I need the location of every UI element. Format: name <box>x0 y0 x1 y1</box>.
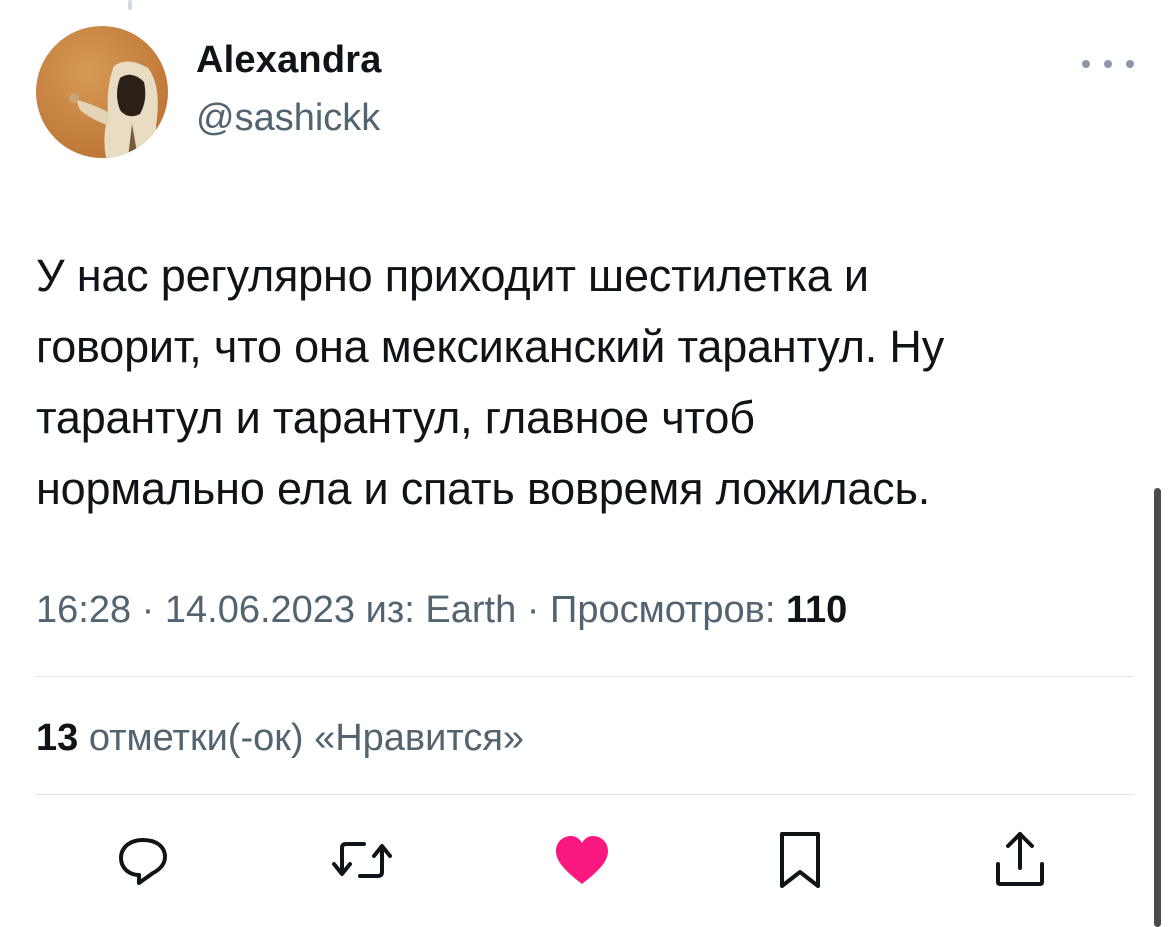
heart-icon <box>556 836 608 884</box>
tweet-date[interactable]: 14.06.2023 <box>165 589 355 631</box>
reply-icon <box>119 838 167 885</box>
likes-count: 13 <box>36 717 79 759</box>
more-dot-icon <box>1126 60 1134 68</box>
retweet-icon <box>332 842 392 878</box>
divider <box>36 794 1134 795</box>
share-icon <box>996 832 1044 886</box>
tweet-metadata: 16:28 · 14.06.2023 из: Earth · Просмотро… <box>36 588 847 634</box>
bookmark-button[interactable] <box>768 828 832 892</box>
more-dot-icon <box>1104 60 1112 68</box>
avatar-image <box>36 26 168 158</box>
share-button[interactable] <box>988 828 1052 892</box>
views-count: 110 <box>785 589 848 631</box>
more-dot-icon <box>1082 60 1090 68</box>
avatar[interactable] <box>36 26 168 158</box>
tweet-source: из: Earth <box>365 589 517 631</box>
more-options-button[interactable] <box>1082 54 1134 74</box>
bookmark-icon <box>780 832 820 888</box>
likes-summary-link[interactable]: 13 отметки(-ок) «Нравится» <box>36 716 524 762</box>
author-handle[interactable]: @sashickk <box>196 97 380 140</box>
retweet-button[interactable] <box>330 828 394 892</box>
scrollbar[interactable] <box>1154 488 1161 927</box>
divider <box>36 676 1134 677</box>
author-display-name[interactable]: Alexandra <box>196 39 382 82</box>
thread-connector-line <box>128 0 132 10</box>
views-label: Просмотров: <box>550 589 776 631</box>
likes-label: отметки(-ок) «Нравится» <box>88 717 525 759</box>
like-button[interactable] <box>550 828 614 892</box>
reply-button[interactable] <box>111 828 175 892</box>
tweet-text: У нас регулярно приходит шестилетка и го… <box>36 250 944 514</box>
tweet-time[interactable]: 16:28 <box>36 589 131 631</box>
meta-separator: · <box>141 589 155 631</box>
meta-separator: · <box>526 589 540 631</box>
